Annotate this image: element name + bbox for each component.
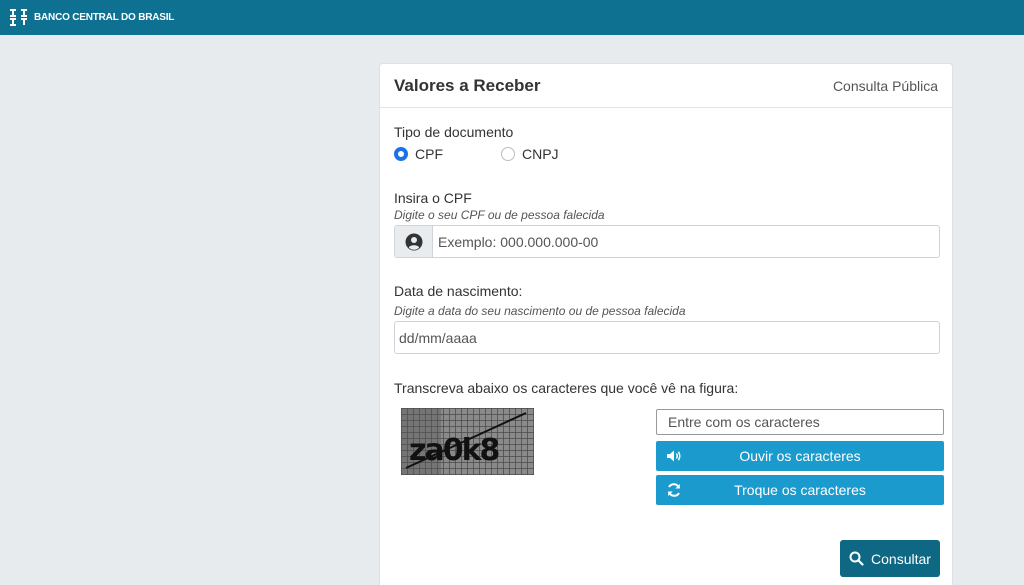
- radio-cpf-circle[interactable]: [394, 147, 408, 161]
- top-bar: BANCO CENTRAL DO BRASIL: [0, 0, 1024, 35]
- captcha-label: Transcreva abaixo os caracteres que você…: [394, 380, 739, 396]
- radio-cnpj-circle[interactable]: [501, 147, 515, 161]
- radio-cnpj[interactable]: CNPJ: [501, 146, 559, 162]
- listen-captcha-label: Ouvir os caracteres: [739, 448, 861, 464]
- listen-captcha-button[interactable]: Ouvir os caracteres: [656, 441, 944, 471]
- card-title: Valores a Receber: [394, 75, 541, 95]
- user-circle-icon: [395, 226, 433, 257]
- refresh-captcha-button[interactable]: Troque os caracteres: [656, 475, 944, 505]
- captcha-image: za0k8: [401, 408, 534, 475]
- radio-cpf-label: CPF: [415, 146, 443, 162]
- cpf-input[interactable]: [433, 233, 939, 250]
- document-type-label: Tipo de documento: [394, 124, 514, 140]
- cpf-input-group: [394, 225, 940, 258]
- birthdate-input-group: [394, 321, 940, 354]
- brand-name: BANCO CENTRAL DO BRASIL: [34, 11, 175, 23]
- consultar-button[interactable]: Consultar: [840, 540, 940, 577]
- refresh-captcha-label: Troque os caracteres: [734, 482, 866, 498]
- document-type-radio-group: CPF CNPJ: [394, 146, 559, 162]
- bcb-logo-icon: [10, 9, 27, 26]
- consultar-label: Consultar: [871, 550, 931, 567]
- search-icon: [849, 551, 864, 566]
- captcha-input[interactable]: [656, 409, 944, 435]
- birthdate-input[interactable]: [395, 329, 939, 346]
- consulta-card: Valores a Receber Consulta Pública Tipo …: [379, 63, 953, 585]
- refresh-icon: [668, 483, 680, 497]
- captcha-text: za0k8: [409, 433, 500, 468]
- birthdate-hint: Digite a data do seu nascimento ou de pe…: [394, 304, 686, 318]
- cpf-label: Insira o CPF: [394, 190, 472, 206]
- bcb-logo[interactable]: BANCO CENTRAL DO BRASIL: [7, 5, 174, 29]
- cpf-hint: Digite o seu CPF ou de pessoa falecida: [394, 208, 605, 222]
- card-subtitle: Consulta Pública: [832, 77, 938, 94]
- radio-cpf[interactable]: CPF: [394, 146, 443, 162]
- card-header: Valores a Receber Consulta Pública: [380, 64, 952, 108]
- speaker-icon: [667, 450, 681, 462]
- radio-cnpj-label: CNPJ: [522, 146, 559, 162]
- birthdate-label: Data de nascimento:: [394, 283, 523, 299]
